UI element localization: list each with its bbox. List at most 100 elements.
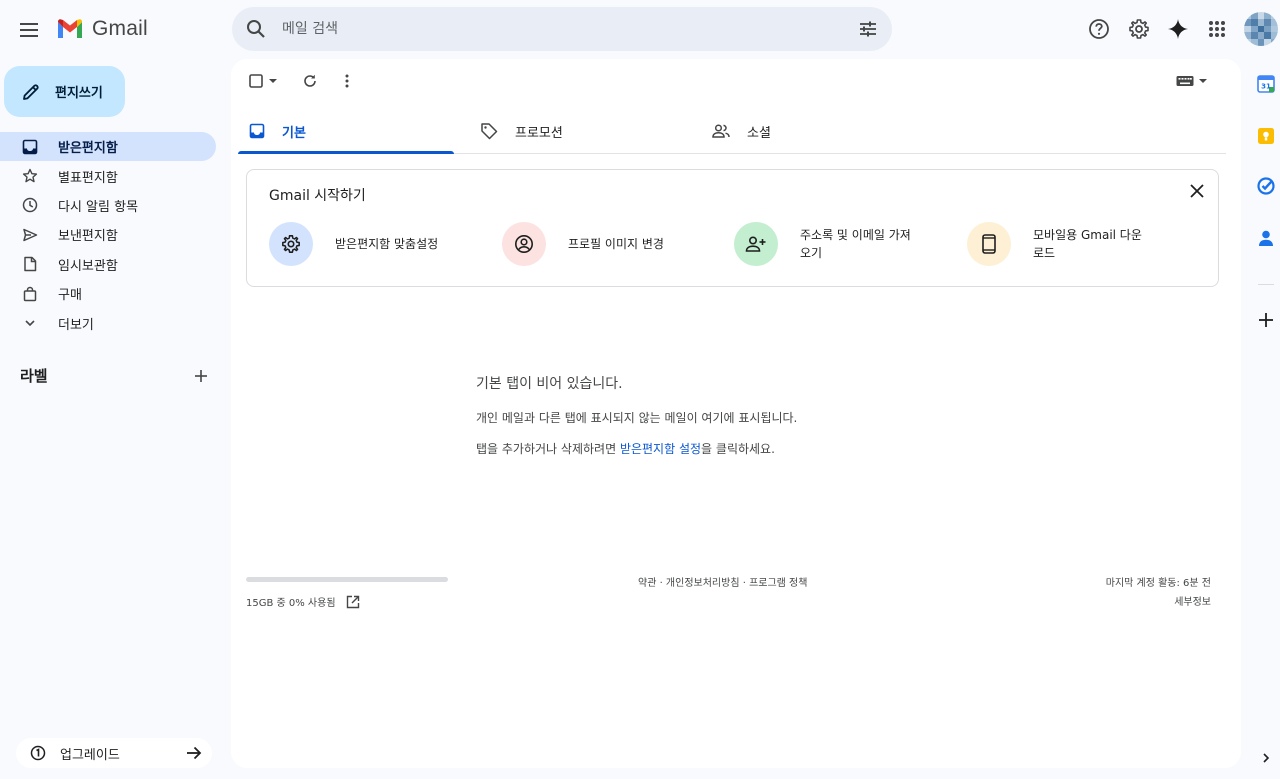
close-icon <box>1190 184 1204 198</box>
main-menu-button[interactable] <box>10 10 50 50</box>
close-card-button[interactable] <box>1190 184 1204 198</box>
step-customize-inbox[interactable]: 받은편지함 맞춤설정 <box>269 221 451 267</box>
draft-icon <box>24 257 37 272</box>
sidebar-item-label: 별표편지함 <box>58 170 118 186</box>
input-tools-button[interactable] <box>1175 69 1209 93</box>
tab-promotions[interactable]: 프로모션 <box>469 109 685 153</box>
compose-button[interactable]: 편지쓰기 <box>4 66 125 117</box>
add-label-button[interactable] <box>194 369 208 383</box>
more-actions-button[interactable] <box>335 69 359 93</box>
get-started-title: Gmail 시작하기 <box>269 188 366 204</box>
last-activity-text: 마지막 계정 활동: 6분 전 <box>1105 578 1211 589</box>
upgrade-button[interactable]: 업그레이드 <box>16 738 212 768</box>
step-label: 프로필 이미지 변경 <box>568 237 664 251</box>
storage-usage-bar <box>246 577 448 582</box>
settings-button[interactable] <box>1124 14 1154 44</box>
side-panel-rail: 31 <box>1248 60 1280 763</box>
apps-grid-icon <box>1209 21 1225 37</box>
people-icon <box>712 124 730 138</box>
external-link-icon <box>346 595 359 608</box>
search-options-icon[interactable] <box>856 17 880 41</box>
empty-hint-suffix: 을 클릭하세요. <box>701 442 775 456</box>
upgrade-icon <box>30 745 46 761</box>
caret-down-icon <box>269 79 277 83</box>
inbox-icon <box>249 123 265 139</box>
gemini-button[interactable] <box>1163 14 1193 44</box>
step-icon-circle <box>502 222 546 266</box>
chevron-down-icon <box>25 320 35 327</box>
app-name: Gmail <box>92 17 148 40</box>
sidebar-item-purchases[interactable]: 구매 <box>0 279 216 308</box>
apps-button[interactable] <box>1202 14 1232 44</box>
sidebar-item-label: 받은편지함 <box>58 141 118 157</box>
search-input[interactable] <box>282 7 842 51</box>
sidebar-item-more[interactable]: 더보기 <box>0 308 216 337</box>
contacts-icon <box>1259 230 1273 246</box>
shopping-bag-icon <box>23 286 37 301</box>
clock-icon <box>22 198 38 213</box>
svg-text:31: 31 <box>1261 83 1271 91</box>
step-icon-circle <box>269 222 313 266</box>
footer-policy-links[interactable]: 약관 · 개인정보처리방침 · 프로그램 정책 <box>638 574 807 589</box>
tab-primary[interactable]: 기본 <box>238 109 454 154</box>
step-label: 모바일용 Gmail 다운로드 <box>1033 228 1142 260</box>
sidebar-item-sent[interactable]: 보낸편지함 <box>0 220 216 249</box>
category-tabs: 기본 프로모션 소셜 <box>238 109 1226 154</box>
select-checkbox[interactable] <box>245 69 281 93</box>
step-icon-circle <box>967 222 1011 266</box>
gmail-logo[interactable]: Gmail <box>56 17 148 41</box>
sidebar-item-drafts[interactable]: 임시보관함 <box>0 250 216 279</box>
keep-app-button[interactable] <box>1256 126 1276 146</box>
sidebar-item-label: 더보기 <box>58 317 94 333</box>
inbox-settings-link[interactable]: 받은편지함 설정 <box>620 442 701 456</box>
sidebar-item-label: 보낸편지함 <box>58 229 118 245</box>
activity-details-link[interactable]: 세부정보 <box>1106 593 1211 612</box>
get-addons-button[interactable] <box>1256 310 1276 330</box>
expand-panel-button[interactable] <box>1256 748 1276 768</box>
tab-label: 소셜 <box>747 125 771 141</box>
step-mobile-download[interactable]: 모바일용 Gmail 다운로드 <box>967 221 1149 267</box>
calendar-app-button[interactable]: 31 <box>1256 74 1276 94</box>
star-icon <box>22 168 38 183</box>
refresh-button[interactable] <box>298 69 322 93</box>
sparkle-icon <box>1168 19 1188 39</box>
help-icon <box>1089 19 1109 39</box>
empty-hint-prefix: 탭을 추가하거나 삭제하려면 <box>476 442 620 456</box>
search-bar <box>232 7 892 51</box>
pencil-icon <box>23 83 39 100</box>
step-label: 주소록 및 이메일 가져오기 <box>800 228 911 260</box>
sidebar-nav: 받은편지함 별표편지함 다시 알림 항목 보낸편지함 임시보관함 구매 더보기 <box>0 132 216 338</box>
sidebar-item-snoozed[interactable]: 다시 알림 항목 <box>0 191 216 220</box>
empty-hint: 탭을 추가하거나 삭제하려면 받은편지함 설정을 클릭하세요. <box>476 440 797 457</box>
send-icon <box>23 228 38 242</box>
tab-label: 프로모션 <box>515 125 563 141</box>
open-storage-link[interactable] <box>346 595 360 609</box>
help-button[interactable] <box>1084 14 1114 44</box>
keep-icon <box>1258 128 1274 144</box>
calendar-icon: 31 <box>1257 75 1275 93</box>
account-avatar[interactable] <box>1244 12 1278 46</box>
search-icon[interactable] <box>244 17 268 41</box>
sidebar-item-inbox[interactable]: 받은편지함 <box>0 132 216 162</box>
labels-header: 라벨 <box>20 365 216 386</box>
step-label: 받은편지함 맞춤설정 <box>335 237 439 251</box>
sidebar-item-label: 다시 알림 항목 <box>58 199 139 215</box>
rail-divider <box>1258 284 1274 285</box>
labels-title: 라벨 <box>20 367 48 385</box>
tasks-app-button[interactable] <box>1256 176 1276 196</box>
tab-social[interactable]: 소셜 <box>701 109 917 153</box>
more-vert-icon <box>345 74 349 88</box>
sidebar-item-label: 구매 <box>58 288 82 304</box>
sidebar-item-starred[interactable]: 별표편지함 <box>0 161 216 190</box>
step-import-contacts[interactable]: 주소록 및 이메일 가져오기 <box>734 221 916 267</box>
step-icon-circle <box>734 222 778 266</box>
tasks-icon <box>1257 177 1275 195</box>
storage-text: 15GB 중 0% 사용됨 <box>246 598 336 609</box>
contacts-app-button[interactable] <box>1256 228 1276 248</box>
storage-info: 15GB 중 0% 사용됨 <box>246 594 360 609</box>
step-change-profile-image[interactable]: 프로필 이미지 변경 <box>502 221 684 267</box>
empty-tab-message: 기본 탭이 비어 있습니다. 개인 메일과 다른 탭에 표시되지 않는 메일이 … <box>476 373 797 457</box>
caret-down-icon <box>1199 79 1207 83</box>
keyboard-icon <box>1176 76 1194 86</box>
tab-label: 기본 <box>282 125 306 141</box>
